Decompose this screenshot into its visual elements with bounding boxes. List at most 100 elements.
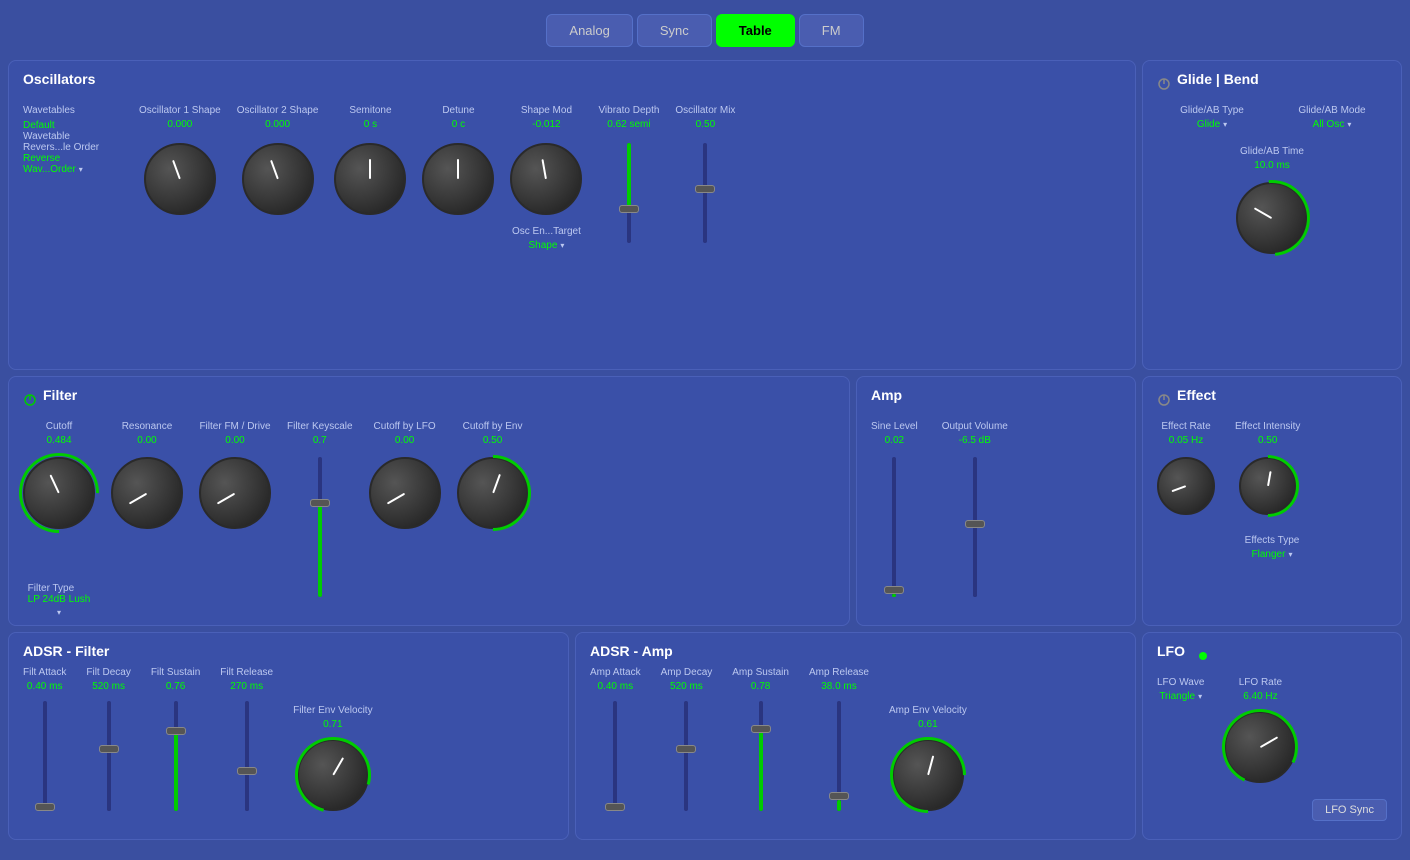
effect-rate-value: 0.05 Hz <box>1169 435 1203 446</box>
detune-label: Detune <box>442 105 474 116</box>
filt-release-thumb[interactable] <box>237 767 257 775</box>
filter-power-icon[interactable] <box>23 393 37 407</box>
amp-velocity-knob[interactable] <box>892 739 964 811</box>
resonance-value: 0.00 <box>137 435 156 446</box>
wavetable-option[interactable]: Wavetable <box>23 131 123 142</box>
amp-sustain-slider[interactable] <box>759 701 763 811</box>
filt-decay-slider[interactable] <box>107 701 111 811</box>
keyscale-slider[interactable] <box>318 457 322 597</box>
amp-attack-label: Amp Attack <box>590 667 641 678</box>
cutoff-env-label: Cutoff by Env <box>463 421 523 432</box>
osc2-shape-knob[interactable] <box>242 143 314 215</box>
effect-intensity-knob[interactable] <box>1239 457 1297 515</box>
reverse-value[interactable]: Reverse <box>23 153 123 164</box>
osc-env-label: Osc En...Target <box>512 226 581 237</box>
cutoff-env-knob[interactable] <box>457 457 529 529</box>
output-volume-thumb[interactable] <box>965 520 985 528</box>
sine-level-slider[interactable] <box>892 457 896 597</box>
filt-attack-slider[interactable] <box>43 701 47 811</box>
lfo-wave-dropdown[interactable]: Triangle ▾ <box>1159 691 1202 702</box>
filter-type-dropdown[interactable]: LP 24dB Lush ▾ <box>28 594 91 617</box>
amp-release-thumb[interactable] <box>829 792 849 800</box>
amp-decay-label: Amp Decay <box>661 667 713 678</box>
lfo-sync-button[interactable]: LFO Sync <box>1312 799 1387 821</box>
cutoff-label: Cutoff <box>46 421 73 432</box>
wavetable-default[interactable]: Default <box>23 120 123 131</box>
filt-velocity-knob[interactable] <box>297 739 369 811</box>
filt-sustain-thumb[interactable] <box>166 727 186 735</box>
wav-order-dropdown[interactable]: Wav...Order ▾ <box>23 164 123 175</box>
sine-level-group: Sine Level 0.02 <box>871 421 918 597</box>
filt-sustain-slider[interactable] <box>174 701 178 811</box>
cutoff-lfo-value: 0.00 <box>395 435 414 446</box>
effect-intensity-group: Effect Intensity 0.50 <box>1235 421 1300 515</box>
filt-decay-thumb[interactable] <box>99 745 119 753</box>
effect-rate-knob[interactable] <box>1157 457 1215 515</box>
fm-drive-knob[interactable] <box>199 457 271 529</box>
filt-attack-thumb[interactable] <box>35 803 55 811</box>
cutoff-value: 0.484 <box>46 435 71 446</box>
glide-mode-dropdown[interactable]: All Osc ▾ <box>1313 119 1352 130</box>
osc-mix-slider-thumb[interactable] <box>695 185 715 193</box>
row-filter: Filter Cutoff 0.484 Filter Type <box>8 376 1402 626</box>
filt-attack-value: 0.40 ms <box>27 681 63 692</box>
lfo-active-dot <box>1199 652 1207 660</box>
row-adsr: ADSR - Filter Filt Attack 0.40 ms Filt D… <box>8 632 1402 840</box>
filt-release-slider[interactable] <box>245 701 249 811</box>
tab-fm[interactable]: FM <box>799 14 864 47</box>
filt-sustain-value: 0.76 <box>166 681 185 692</box>
sine-slider-thumb[interactable] <box>884 586 904 594</box>
filt-release-group: Filt Release 270 ms <box>220 667 273 811</box>
amp-decay-thumb[interactable] <box>676 745 696 753</box>
filt-decay-group: Filt Decay 520 ms <box>86 667 130 811</box>
keyscale-thumb[interactable] <box>310 499 330 507</box>
shape-mod-group: Shape Mod -0.012 Osc En...Target Shape ▾ <box>510 105 582 251</box>
amp-decay-slider[interactable] <box>684 701 688 811</box>
semitone-group: Semitone 0 s <box>334 105 406 215</box>
lfo-rate-knob[interactable] <box>1224 711 1296 783</box>
cutoff-knob[interactable] <box>23 457 95 529</box>
glide-time-knob[interactable] <box>1236 182 1308 254</box>
semitone-knob[interactable] <box>334 143 406 215</box>
vibrato-slider-thumb[interactable] <box>619 205 639 213</box>
top-nav: Analog Sync Table FM <box>0 0 1410 60</box>
osc1-shape-knob[interactable] <box>144 143 216 215</box>
lfo-panel: LFO LFO Wave Triangle ▾ LFO Rate 6.40 Hz <box>1142 632 1402 840</box>
amp-release-slider[interactable] <box>837 701 841 811</box>
amp-attack-slider[interactable] <box>613 701 617 811</box>
amp-decay-value: 520 ms <box>670 681 703 692</box>
amp-sustain-thumb[interactable] <box>751 725 771 733</box>
glide-panel: Glide | Bend Glide/AB Type Glide ▾ Glide… <box>1142 60 1402 370</box>
effect-title: Effect <box>1177 387 1216 403</box>
resonance-knob[interactable] <box>111 457 183 529</box>
keyscale-group: Filter Keyscale 0.7 <box>287 421 353 597</box>
amp-sustain-value: 0.78 <box>751 681 770 692</box>
tab-analog[interactable]: Analog <box>546 14 632 47</box>
effects-type-dropdown[interactable]: Flanger ▾ <box>1252 549 1293 560</box>
osc-env-dropdown[interactable]: Shape ▾ <box>528 240 564 251</box>
power-icon[interactable] <box>1157 77 1171 91</box>
lfo-wave-label: LFO Wave <box>1157 677 1204 688</box>
detune-value: 0 c <box>452 119 465 130</box>
wavetables-section: Wavetables Default Wavetable Revers...le… <box>23 105 123 175</box>
filt-sustain-group: Filt Sustain 0.76 <box>151 667 200 811</box>
filter-title: Filter <box>43 387 77 403</box>
osc-mix-group: Oscillator Mix 0.50 <box>675 105 735 303</box>
effect-intensity-label: Effect Intensity <box>1235 421 1300 432</box>
cutoff-lfo-knob[interactable] <box>369 457 441 529</box>
output-volume-slider[interactable] <box>973 457 977 597</box>
detune-knob[interactable] <box>422 143 494 215</box>
shape-mod-knob[interactable] <box>510 143 582 215</box>
tab-table[interactable]: Table <box>716 14 795 47</box>
amp-attack-thumb[interactable] <box>605 803 625 811</box>
cutoff-group: Cutoff 0.484 Filter Type LP 24dB Lush ▾ <box>23 421 95 617</box>
osc2-shape-value: 0.000 <box>265 119 290 130</box>
adsr-filter-title: ADSR - Filter <box>23 643 109 659</box>
filt-velocity-value: 0.71 <box>323 719 342 730</box>
effect-power-icon[interactable] <box>1157 393 1171 407</box>
tab-sync[interactable]: Sync <box>637 14 712 47</box>
osc1-shape-label: Oscillator 1 Shape <box>139 105 221 116</box>
output-volume-value: -6.5 dB <box>959 435 991 446</box>
amp-sustain-group: Amp Sustain 0.78 <box>732 667 789 811</box>
glide-type-dropdown[interactable]: Glide ▾ <box>1197 119 1227 130</box>
